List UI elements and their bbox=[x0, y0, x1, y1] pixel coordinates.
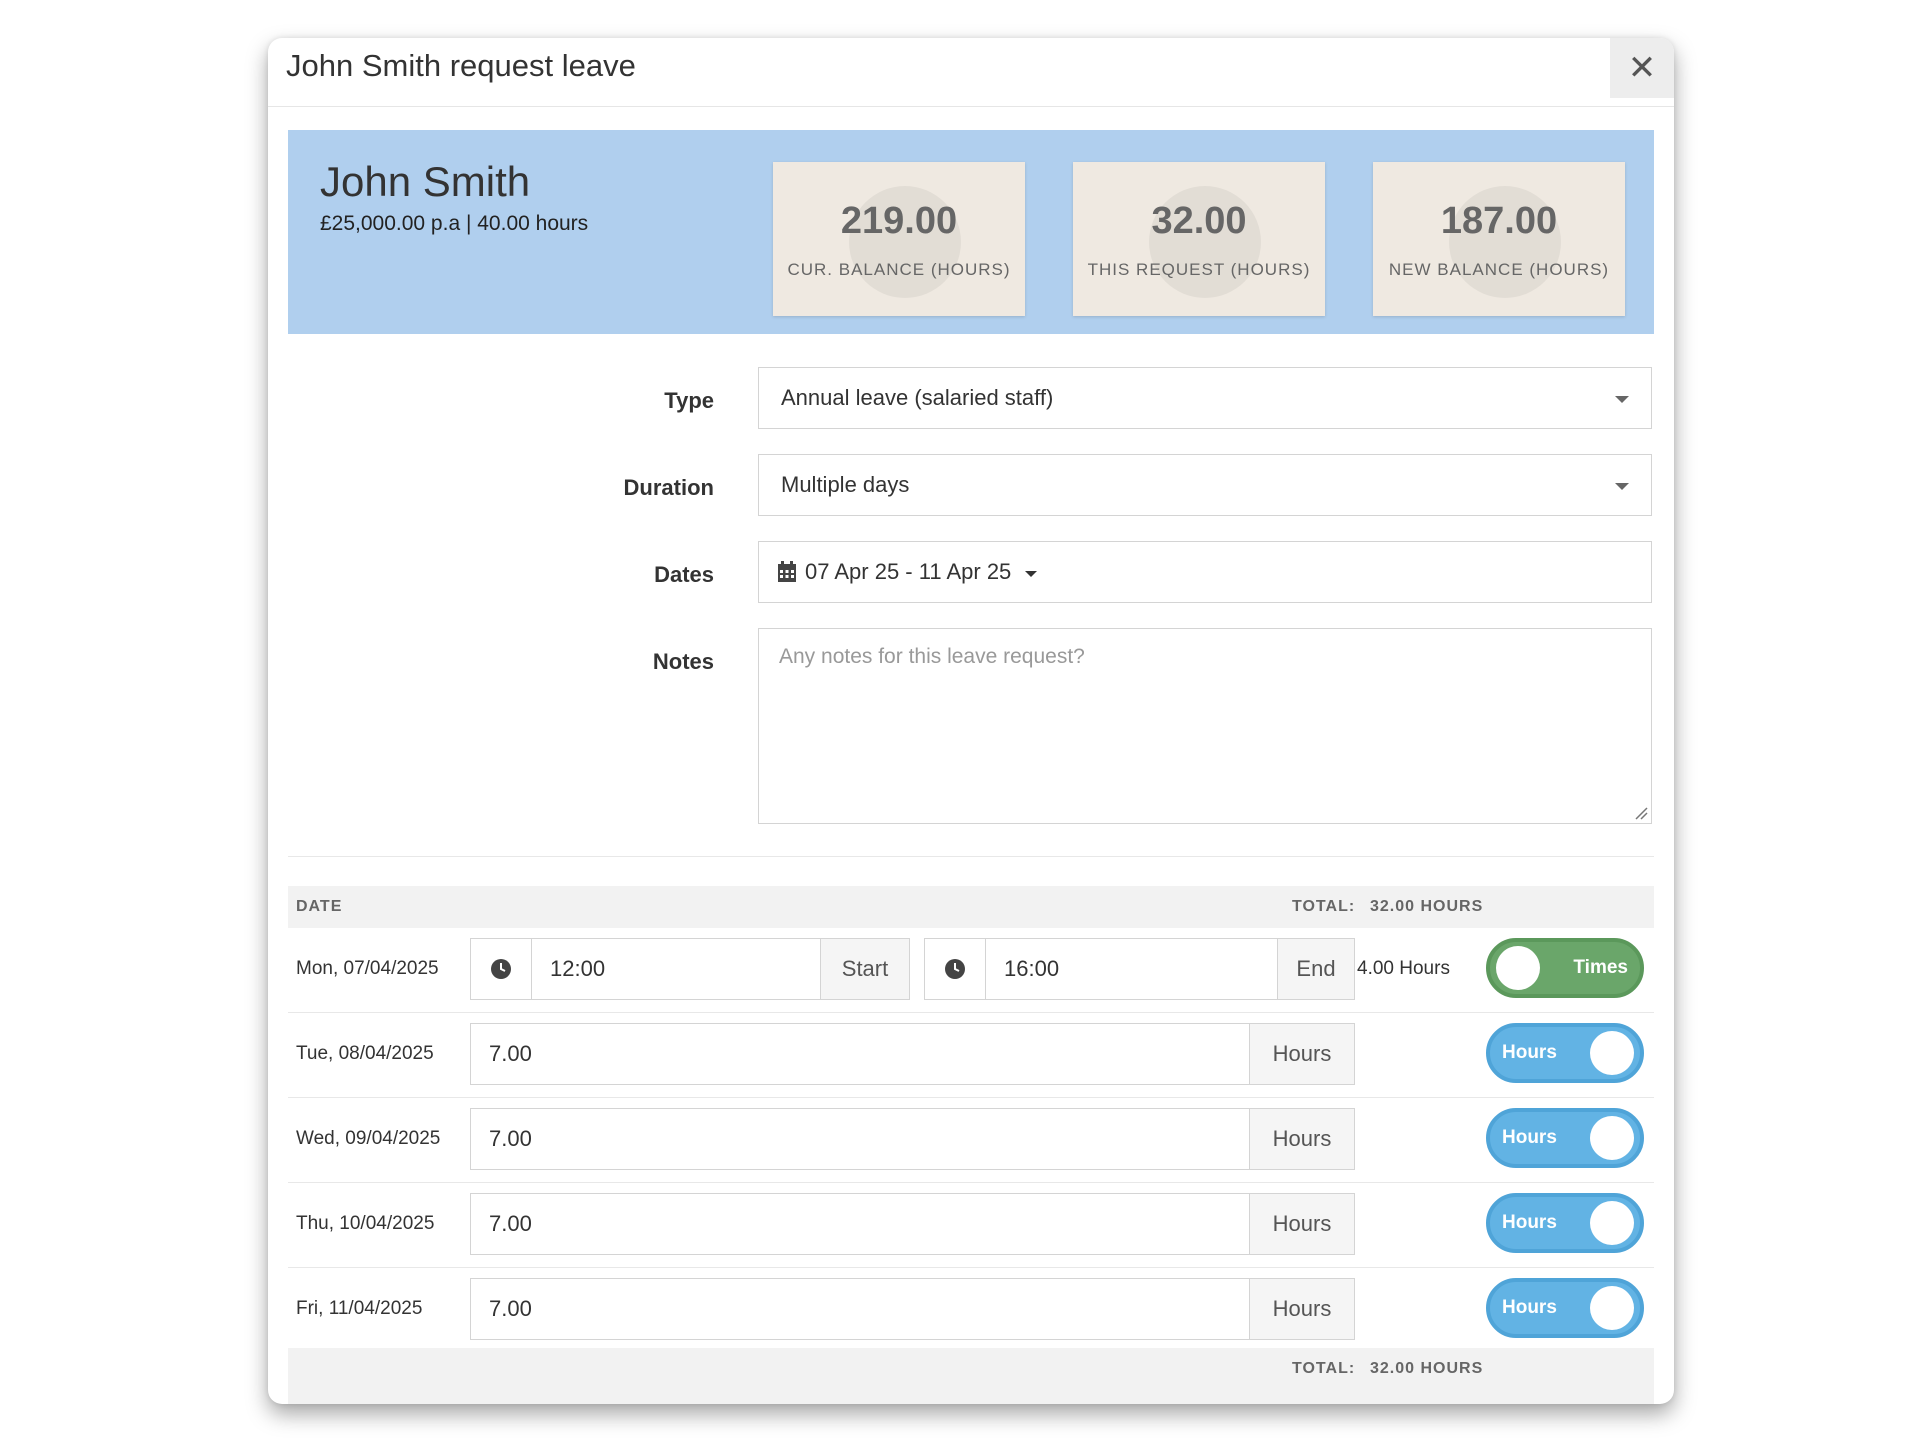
date-column-header: DATE bbox=[296, 898, 343, 915]
chevron-down-icon bbox=[1615, 396, 1629, 403]
footer-total-label: TOTAL: bbox=[1292, 1360, 1356, 1377]
new-balance-label: NEW BALANCE (HOURS) bbox=[1388, 260, 1610, 279]
leave-request-modal: John Smith request leave ✕ John Smith £2… bbox=[268, 38, 1674, 1404]
toggle-label: Times bbox=[1573, 957, 1628, 978]
close-button[interactable]: ✕ bbox=[1610, 38, 1674, 98]
hours-input[interactable]: 7.00 bbox=[470, 1023, 1250, 1085]
duration-label: Duration bbox=[623, 475, 714, 500]
table-row: Thu, 10/04/2025 7.00 Hours Hours bbox=[288, 1183, 1654, 1268]
toggle-label: Hours bbox=[1502, 1042, 1557, 1063]
duration-value: Multiple days bbox=[781, 472, 910, 497]
table-row: Mon, 07/04/2025 12:00 Start 16:00 End 4.… bbox=[288, 928, 1654, 1013]
hours-value: 7.00 bbox=[489, 1041, 532, 1066]
footer-total-value: 32.00 HOURS bbox=[1370, 1360, 1484, 1377]
notes-textarea[interactable]: Any notes for this leave request? bbox=[758, 628, 1652, 824]
clock-icon bbox=[491, 959, 511, 979]
notes-label: Notes bbox=[652, 649, 714, 674]
employee-name: John Smith bbox=[320, 158, 531, 205]
table-row: Wed, 09/04/2025 7.00 Hours Hours bbox=[288, 1098, 1654, 1183]
this-request-value: 32.00 bbox=[1151, 200, 1247, 242]
new-balance-value: 187.00 bbox=[1440, 200, 1558, 242]
toggle-label: Hours bbox=[1502, 1212, 1557, 1233]
toggle-knob bbox=[1590, 1201, 1634, 1245]
dates-value: 07 Apr 25 - 11 Apr 25 bbox=[805, 559, 1012, 584]
hours-input[interactable]: 7.00 bbox=[470, 1278, 1250, 1340]
chevron-down-icon bbox=[1025, 571, 1037, 577]
modal-title: John Smith request leave bbox=[286, 48, 636, 83]
resize-handle-icon[interactable] bbox=[1634, 806, 1648, 820]
date-range-picker[interactable]: 07 Apr 25 - 11 Apr 25 bbox=[758, 541, 1652, 603]
row-date: Tue, 08/04/2025 bbox=[296, 1043, 434, 1064]
row-hours-total: 4.00 Hours bbox=[1357, 958, 1450, 979]
current-balance-card: 219.00 CUR. BALANCE (HOURS) bbox=[773, 162, 1025, 316]
hours-value: 7.00 bbox=[489, 1211, 532, 1236]
toggle-label: Hours bbox=[1502, 1297, 1557, 1318]
end-time-addon bbox=[924, 938, 986, 1000]
hours-unit-label: Hours bbox=[1249, 1023, 1355, 1085]
end-time-input[interactable]: 16:00 bbox=[985, 938, 1278, 1000]
total-value: 32.00 HOURS bbox=[1370, 898, 1484, 915]
type-select[interactable]: Annual leave (salaried staff) bbox=[758, 367, 1652, 429]
this-request-label: THIS REQUEST (HOURS) bbox=[1087, 260, 1311, 279]
calendar-icon bbox=[778, 561, 796, 582]
row-date: Fri, 11/04/2025 bbox=[296, 1298, 423, 1319]
section-divider bbox=[288, 856, 1654, 857]
toggle-label: Hours bbox=[1502, 1127, 1557, 1148]
table-row: Tue, 08/04/2025 7.00 Hours Hours bbox=[288, 1013, 1654, 1098]
times-hours-toggle[interactable]: Hours bbox=[1486, 1108, 1644, 1168]
toggle-knob bbox=[1590, 1286, 1634, 1330]
end-time-value: 16:00 bbox=[1004, 956, 1060, 981]
times-hours-toggle[interactable]: Hours bbox=[1486, 1193, 1644, 1253]
start-time-value: 12:00 bbox=[550, 956, 606, 981]
duration-select[interactable]: Multiple days bbox=[758, 454, 1652, 516]
hours-unit-label: Hours bbox=[1249, 1108, 1355, 1170]
row-date: Wed, 09/04/2025 bbox=[296, 1128, 441, 1149]
days-table-footer: TOTAL: 32.00 HOURS bbox=[288, 1348, 1654, 1404]
toggle-knob bbox=[1590, 1031, 1634, 1075]
start-label: Start bbox=[820, 938, 910, 1000]
hours-unit-label: Hours bbox=[1249, 1278, 1355, 1340]
modal-header: John Smith request leave ✕ bbox=[268, 38, 1674, 107]
toggle-knob bbox=[1496, 946, 1540, 990]
employee-info: £25,000.00 p.a | 40.00 hours bbox=[320, 212, 589, 235]
hours-value: 7.00 bbox=[489, 1296, 532, 1321]
toggle-knob bbox=[1590, 1116, 1634, 1160]
hours-unit-label: Hours bbox=[1249, 1193, 1355, 1255]
employee-summary: John Smith £25,000.00 p.a | 40.00 hours … bbox=[288, 130, 1654, 334]
times-hours-toggle[interactable]: Times bbox=[1486, 938, 1644, 998]
this-request-card: 32.00 THIS REQUEST (HOURS) bbox=[1073, 162, 1325, 316]
close-icon: ✕ bbox=[1627, 49, 1657, 87]
times-hours-toggle[interactable]: Hours bbox=[1486, 1278, 1644, 1338]
new-balance-card: 187.00 NEW BALANCE (HOURS) bbox=[1373, 162, 1625, 316]
start-time-input[interactable]: 12:00 bbox=[531, 938, 821, 1000]
clock-icon bbox=[945, 959, 965, 979]
type-value: Annual leave (salaried staff) bbox=[781, 385, 1054, 410]
notes-placeholder: Any notes for this leave request? bbox=[779, 645, 1085, 668]
chevron-down-icon bbox=[1615, 483, 1629, 490]
hours-input[interactable]: 7.00 bbox=[470, 1193, 1250, 1255]
hours-value: 7.00 bbox=[489, 1126, 532, 1151]
row-date: Mon, 07/04/2025 bbox=[296, 958, 439, 979]
table-row: Fri, 11/04/2025 7.00 Hours Hours bbox=[288, 1268, 1654, 1352]
start-time-addon bbox=[470, 938, 532, 1000]
current-balance-value: 219.00 bbox=[840, 200, 958, 242]
hours-input[interactable]: 7.00 bbox=[470, 1108, 1250, 1170]
end-label: End bbox=[1277, 938, 1355, 1000]
row-date: Thu, 10/04/2025 bbox=[296, 1213, 435, 1234]
current-balance-label: CUR. BALANCE (HOURS) bbox=[787, 260, 1011, 279]
days-table-header: DATE TOTAL: 32.00 HOURS bbox=[288, 886, 1654, 928]
times-hours-toggle[interactable]: Hours bbox=[1486, 1023, 1644, 1083]
dates-label: Dates bbox=[654, 562, 714, 587]
type-label: Type bbox=[664, 388, 714, 413]
total-label: TOTAL: bbox=[1292, 898, 1356, 915]
